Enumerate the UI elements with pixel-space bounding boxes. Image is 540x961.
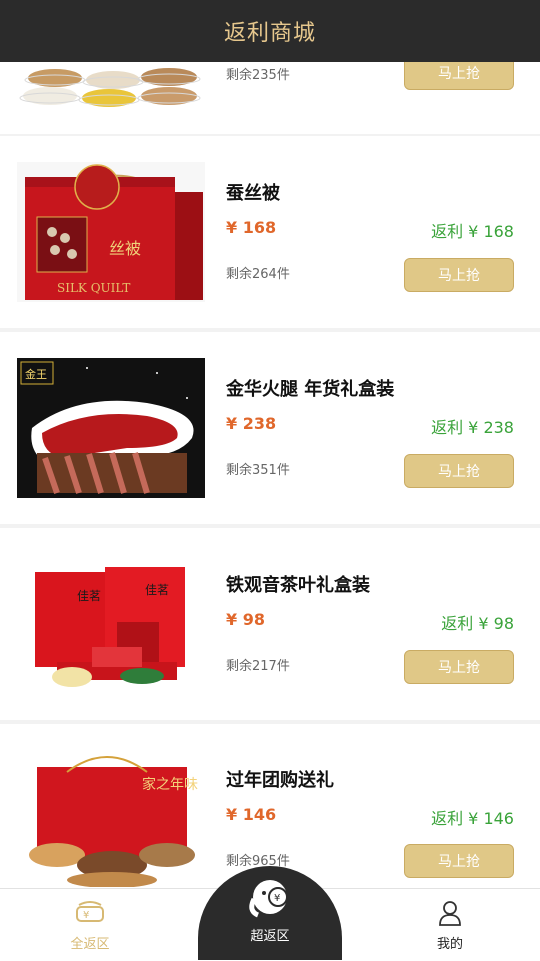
tab-mine[interactable]: 我的 [360,889,540,961]
tab-full-rebate[interactable]: ¥ 全返区 [0,889,180,961]
svg-text:¥: ¥ [83,910,89,921]
product-name: 蚕丝被 [226,183,280,204]
product-card[interactable]: 佳茗 佳茗 铁观音茶叶礼盒装 ¥ 98 返利 ¥ 98 剩余217件 马上抢 [0,528,540,720]
box-label-text: 佳茗 [77,589,101,603]
cashback-amount: 返利 ¥ 238 [431,418,514,437]
box-label-text: 丝被 [109,239,141,258]
product-price: ¥ 238 [226,414,277,433]
coin-stack-icon: ¥ [76,900,104,922]
app-header: 返利商城 [0,0,540,62]
product-card[interactable]: 金王 金华火腿 年货礼盒装 ¥ 238 返利 ¥ 238 剩余351件 马上抢 [0,332,540,524]
product-name: 金华火腿 年货礼盒装 [226,379,395,400]
buy-now-button[interactable]: 马上抢 [404,844,514,878]
user-icon [439,900,461,926]
cashback-amount: 返利 ¥ 168 [431,222,514,241]
product-card[interactable]: 剩余235件 马上抢 [0,62,540,134]
cashback-amount: 返利 ¥ 98 [441,614,514,633]
tab-label: 我的 [436,936,463,952]
product-list[interactable]: 剩余235件 马上抢 丝被 SILK QUILT 蚕丝被 ¥ 168 返利 ¥ … [0,62,540,888]
product-name: 过年团购送礼 [226,770,334,791]
buy-now-button[interactable]: 马上抢 [404,62,514,90]
product-card[interactable]: 家之年味 过年团购送礼 ¥ 146 返利 ¥ 146 剩余965件 马上抢 [0,724,540,888]
stock-count: 剩余235件 [226,68,290,83]
svg-text:SILK QUILT: SILK QUILT [57,281,130,295]
box-label-text: 金王 [25,367,47,381]
buy-now-button[interactable]: 马上抢 [404,454,514,488]
tea-giftbox-image: 佳茗 佳茗 [17,552,205,692]
svg-text:¥: ¥ [274,893,280,904]
silk-quilt-box-image: 丝被 SILK QUILT [17,162,205,302]
tab-label: 超返区 [250,929,290,944]
product-price: ¥ 146 [226,805,277,824]
buy-now-button[interactable]: 马上抢 [404,650,514,684]
product-price: ¥ 98 [226,610,265,629]
stock-count: 剩余264件 [226,267,290,282]
svg-text:佳茗: 佳茗 [145,583,169,597]
stock-count: 剩余351件 [226,463,290,478]
page-title: 返利商城 [223,21,316,46]
product-price: ¥ 168 [226,218,277,237]
cashback-amount: 返利 ¥ 146 [431,809,514,828]
nuts-giftbox-image: 家之年味 [17,747,205,887]
elephant-coin-icon: ¥ [249,880,288,918]
ham-giftbox-image: 金王 [17,358,205,498]
tab-label: 全返区 [70,936,110,952]
box-label-text: 家之年味 [142,776,198,793]
stock-count: 剩余217件 [226,659,290,674]
tab-super-rebate[interactable]: ¥ 超返区 [198,866,342,960]
product-name: 铁观音茶叶礼盒装 [226,575,370,596]
grain-bowls-image [17,62,205,120]
product-card[interactable]: 丝被 SILK QUILT 蚕丝被 ¥ 168 返利 ¥ 168 剩余264件 … [0,136,540,328]
buy-now-button[interactable]: 马上抢 [404,258,514,292]
